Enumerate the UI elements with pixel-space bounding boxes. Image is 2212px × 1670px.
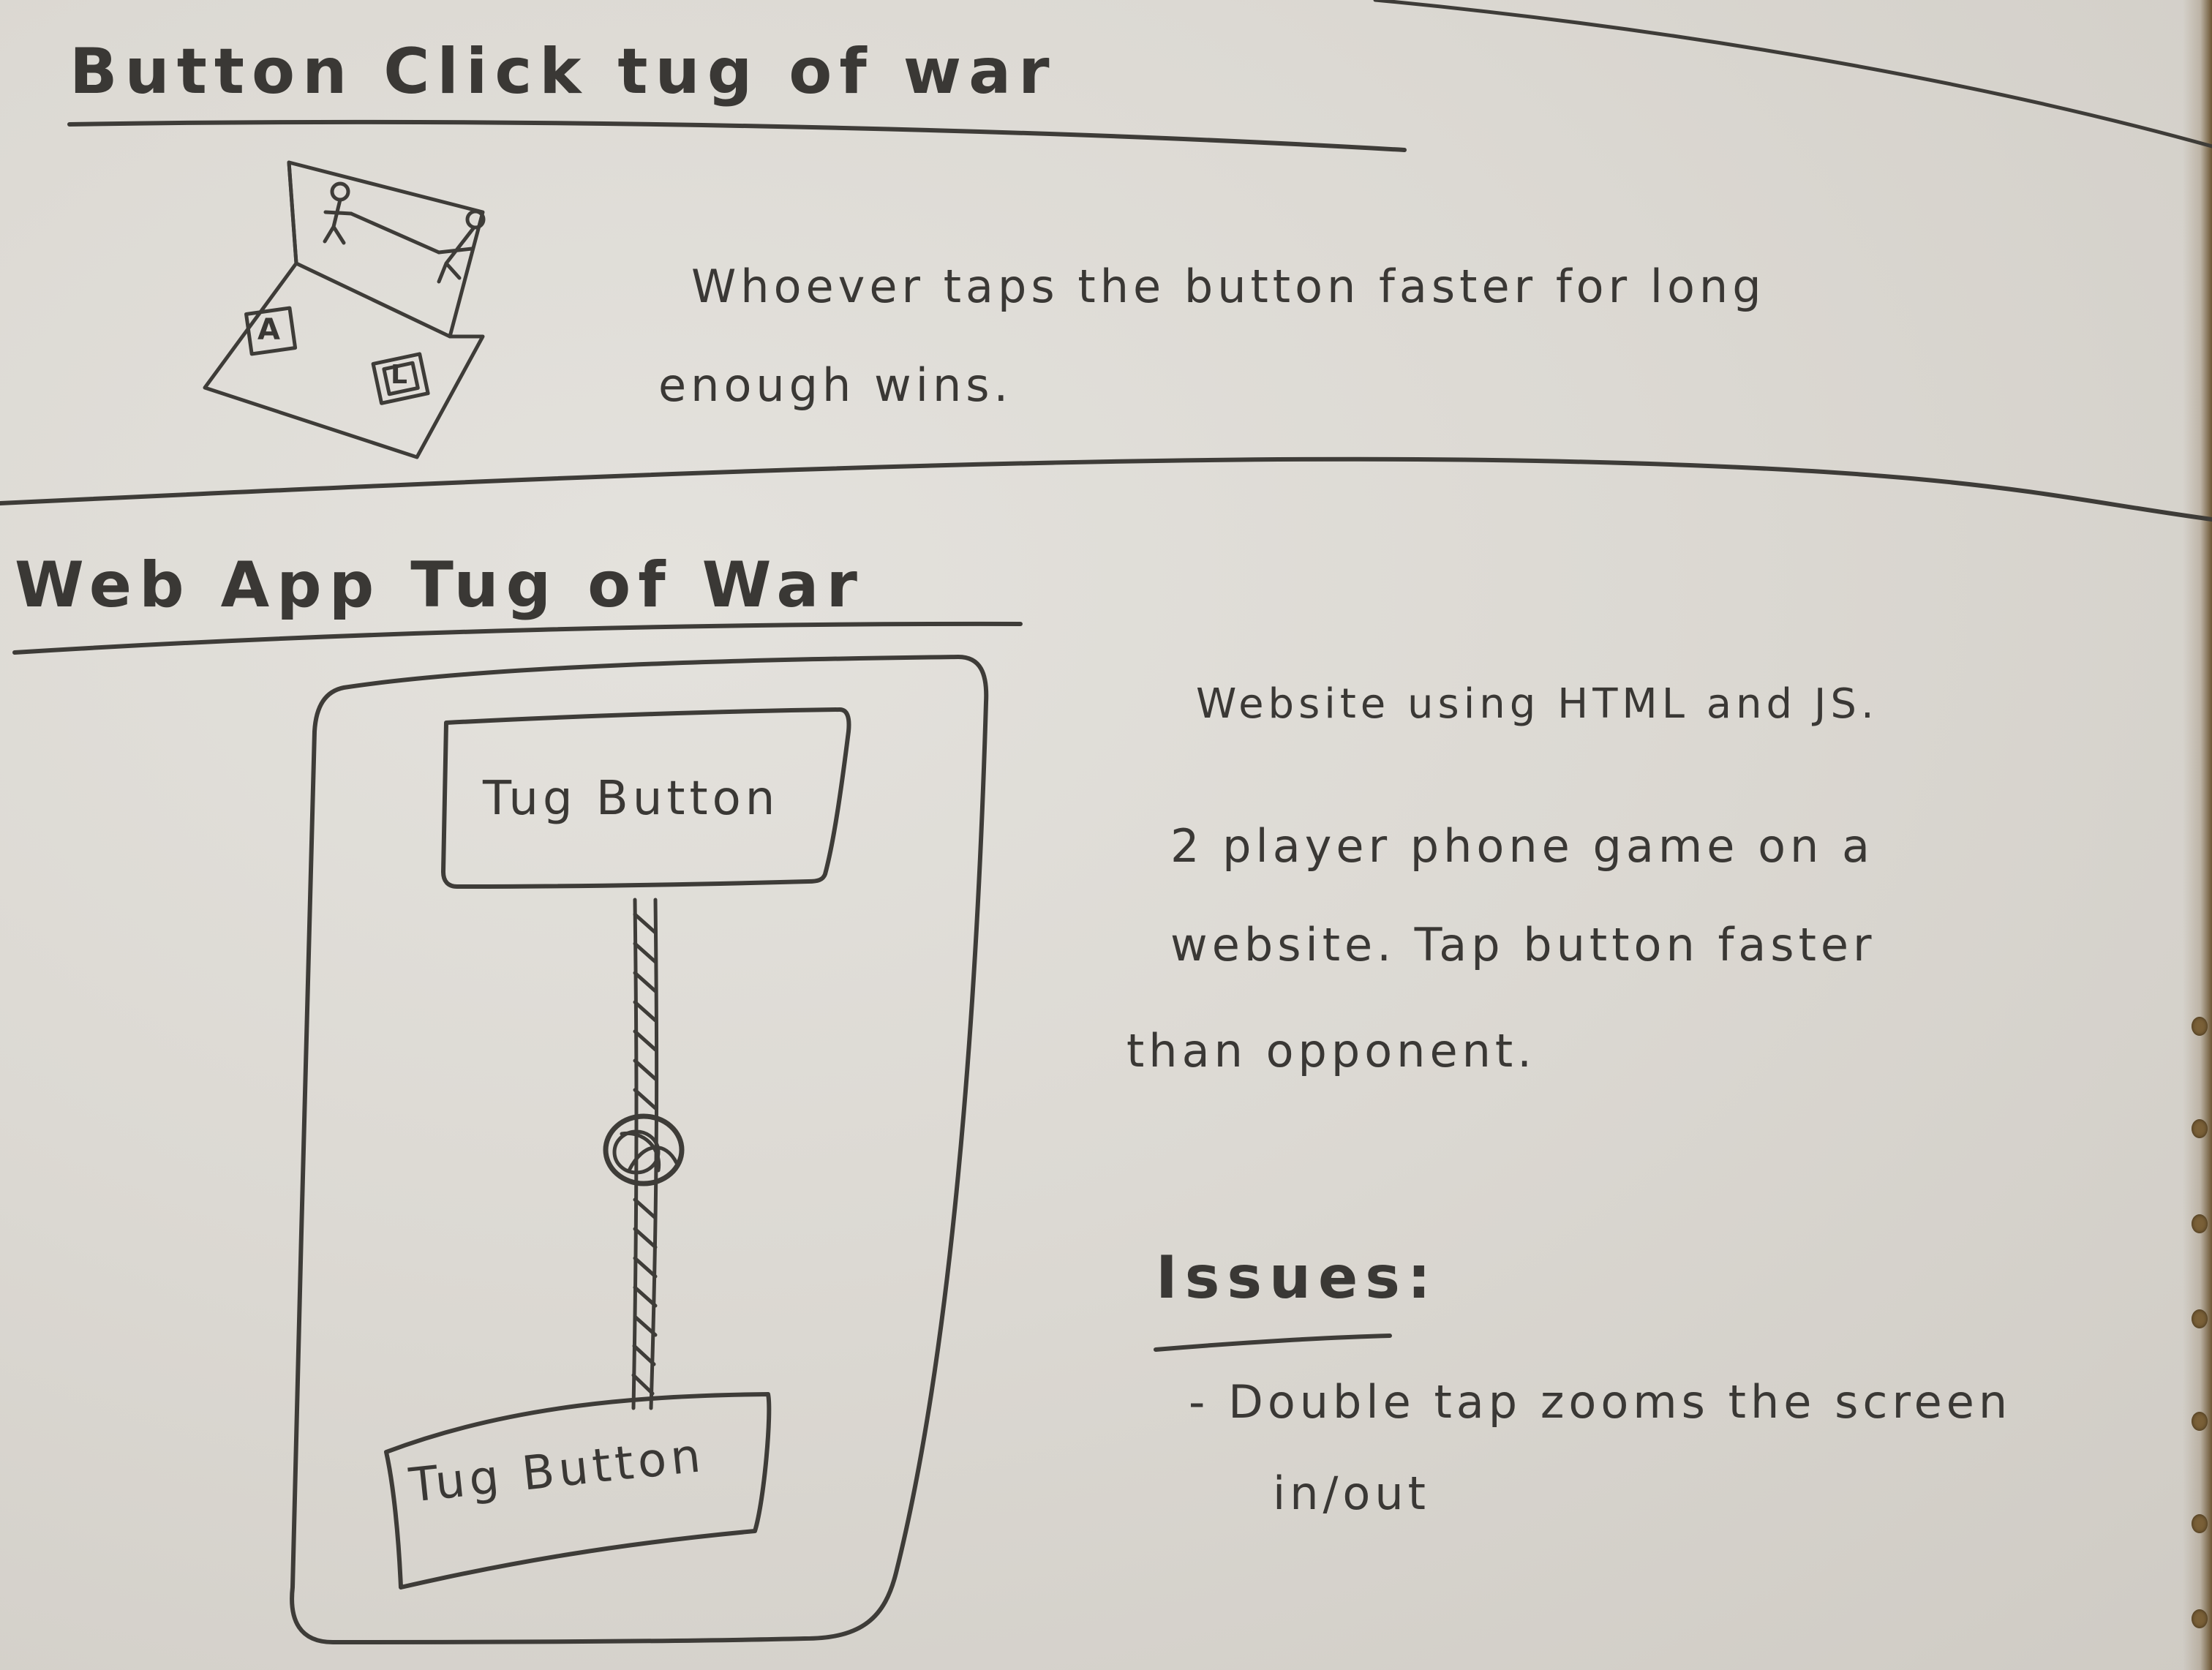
section1-title-underline — [67, 119, 1407, 152]
notes-line3: website. Tap button faster — [1170, 918, 1876, 971]
issues-item1-line1: - Double tap zooms the screen — [1189, 1375, 2012, 1429]
section1-description-line2: enough wins. — [658, 358, 1013, 412]
notes-line2: 2 player phone game on a — [1170, 819, 1875, 873]
section2-title: Web App Tug of War — [15, 549, 865, 622]
rope — [603, 898, 685, 1410]
laptop-sketch — [203, 160, 486, 459]
sketch-button-a-label: A — [257, 313, 280, 347]
notes-line1: Website using HTML and JS. — [1196, 680, 1878, 728]
issues-item1-line2: in/out — [1273, 1467, 1430, 1520]
issues-heading: Issues: — [1156, 1244, 1438, 1312]
sketch-button-l-label: L — [391, 360, 407, 390]
notebook-page: Button Click tug of war A L Whoever taps… — [0, 0, 2212, 1670]
notes-line4: than opponent. — [1126, 1024, 1536, 1077]
issues-heading-underline — [1154, 1334, 1392, 1352]
section1-title: Button Click tug of war — [69, 35, 1057, 108]
top-tug-button-label[interactable]: Tug Button — [483, 772, 779, 826]
section2-title-underline — [12, 621, 1023, 655]
section1-description-line1: Whoever taps the button faster for long — [691, 260, 1766, 313]
section-divider-line — [0, 456, 2212, 522]
top-page-line — [1373, 0, 2212, 148]
